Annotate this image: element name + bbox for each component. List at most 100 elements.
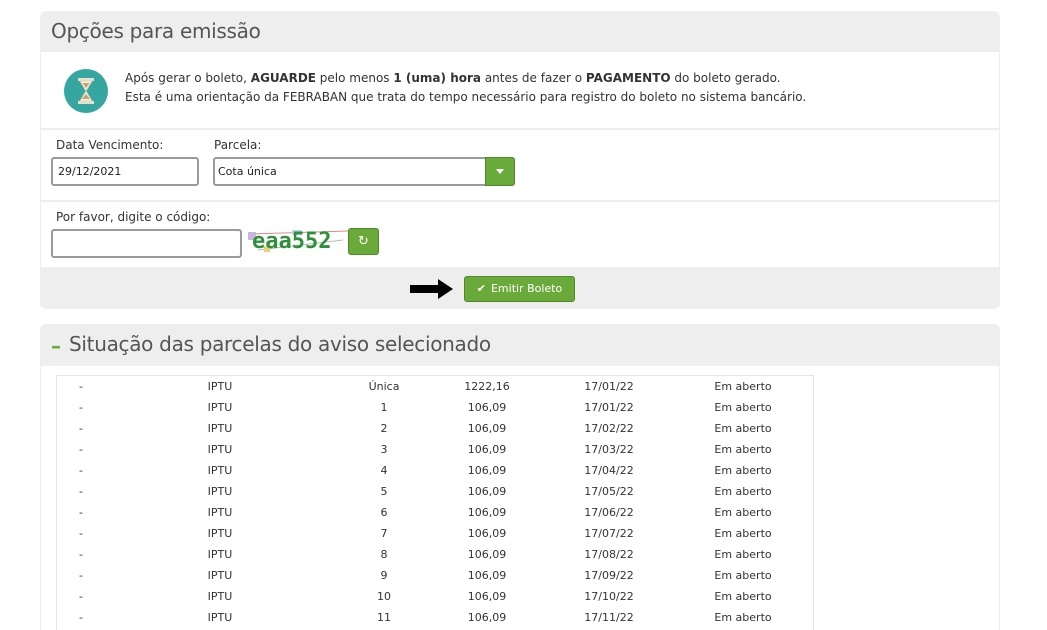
notice-bold-aguarde: AGUARDE xyxy=(250,71,316,85)
installment-select[interactable]: Cota única xyxy=(213,157,515,186)
row-amount: 106,09 xyxy=(467,464,507,477)
row-due-date: 17/01/22 xyxy=(584,380,634,393)
row-due-date: 17/09/22 xyxy=(584,569,634,582)
row-installment: Única xyxy=(368,380,400,393)
refresh-icon: ↻ xyxy=(358,234,369,249)
installment-label: Parcela: xyxy=(214,138,262,152)
row-due-date: 17/01/22 xyxy=(584,401,634,414)
row-amount: 106,09 xyxy=(467,527,507,540)
table-row: - IPTU 11 106,09 17/11/22 Em aberto xyxy=(57,607,815,628)
row-amount: 106,09 xyxy=(467,422,507,435)
row-status: Em aberto xyxy=(714,401,772,414)
arrow-right-icon xyxy=(410,279,453,299)
row-tax-type: IPTU xyxy=(207,443,233,456)
table-row: - IPTU Única 1222,16 17/01/22 Em aberto xyxy=(57,376,815,397)
installment-selected-value: Cota única xyxy=(218,165,277,178)
row-tax-type: IPTU xyxy=(207,485,233,498)
row-due-date: 17/02/22 xyxy=(584,422,634,435)
row-status: Em aberto xyxy=(714,380,772,393)
row-tax-type: IPTU xyxy=(207,506,233,519)
row-due-date: 17/07/22 xyxy=(584,527,634,540)
row-dash: - xyxy=(79,590,83,603)
table-row: - IPTU 1 106,09 17/01/22 Em aberto xyxy=(57,397,815,418)
row-installment: 3 xyxy=(380,443,388,456)
check-icon: ✔ xyxy=(476,282,486,295)
collapse-minus-icon[interactable]: – xyxy=(51,334,61,358)
row-status: Em aberto xyxy=(714,443,772,456)
row-status: Em aberto xyxy=(714,527,772,540)
table-row: - IPTU 8 106,09 17/08/22 Em aberto xyxy=(57,544,815,565)
table-row: - IPTU 2 106,09 17/02/22 Em aberto xyxy=(57,418,815,439)
notice-line-1: Após gerar o boleto, AGUARDE pelo menos … xyxy=(125,69,806,88)
row-dash: - xyxy=(79,611,83,624)
notice-text-part: antes de fazer o xyxy=(481,71,586,85)
notice-bold-pagamento: PAGAMENTO xyxy=(585,71,671,85)
row-installment: 4 xyxy=(380,464,388,477)
row-status: Em aberto xyxy=(714,464,772,477)
captcha-input[interactable] xyxy=(51,229,242,258)
status-panel-header[interactable]: – Situação das parcelas do aviso selecio… xyxy=(40,324,1000,366)
row-tax-type: IPTU xyxy=(207,380,233,393)
date-installment-block: Data Vencimento: 29/12/2021 Parcela: Cot… xyxy=(41,130,999,200)
row-tax-type: IPTU xyxy=(207,422,233,435)
row-due-date: 17/04/22 xyxy=(584,464,634,477)
notice-block: Após gerar o boleto, AGUARDE pelo menos … xyxy=(41,52,999,128)
row-installment: 1 xyxy=(380,401,388,414)
due-date-field[interactable]: 29/12/2021 xyxy=(51,157,199,186)
captcha-refresh-button[interactable]: ↻ xyxy=(348,228,379,255)
row-installment: 10 xyxy=(377,590,391,603)
row-amount: 1222,16 xyxy=(464,380,510,393)
row-status: Em aberto xyxy=(714,569,772,582)
row-tax-type: IPTU xyxy=(207,464,233,477)
hourglass-icon xyxy=(64,69,108,113)
emit-boleto-label: Emitir Boleto xyxy=(490,282,563,295)
row-installment: 7 xyxy=(380,527,388,540)
table-row: - IPTU 7 106,09 17/07/22 Em aberto xyxy=(57,523,815,544)
chevron-down-icon xyxy=(496,169,504,174)
row-installment: 8 xyxy=(380,548,388,561)
row-installment: 6 xyxy=(380,506,388,519)
row-amount: 106,09 xyxy=(467,569,507,582)
captcha-label: Por favor, digite o código: xyxy=(56,210,211,224)
row-due-date: 17/06/22 xyxy=(584,506,634,519)
captcha-image: eaa552 xyxy=(248,228,348,255)
notice-bold-hora: 1 (uma) hora xyxy=(393,71,481,85)
table-row: - IPTU 5 106,09 17/05/22 Em aberto xyxy=(57,481,815,502)
row-dash: - xyxy=(79,464,83,477)
parcel-table: - IPTU Única 1222,16 17/01/22 Em aberto - IPTU 1… xyxy=(56,375,814,630)
row-amount: 106,09 xyxy=(467,443,507,456)
row-status: Em aberto xyxy=(714,422,772,435)
row-due-date: 17/08/22 xyxy=(584,548,634,561)
notice-text-part: pelo menos xyxy=(315,71,394,85)
row-amount: 106,09 xyxy=(467,548,507,561)
row-dash: - xyxy=(79,380,83,393)
table-row: - IPTU 10 106,09 17/10/22 Em aberto xyxy=(57,586,815,607)
row-dash: - xyxy=(79,443,83,456)
table-row: - IPTU 6 106,09 17/06/22 Em aberto xyxy=(57,502,815,523)
row-due-date: 17/11/22 xyxy=(584,611,634,624)
row-amount: 106,09 xyxy=(467,590,507,603)
row-dash: - xyxy=(79,422,83,435)
row-dash: - xyxy=(79,401,83,414)
table-row: - IPTU 4 106,09 17/04/22 Em aberto xyxy=(57,460,815,481)
table-row: - IPTU 9 106,09 17/09/22 Em aberto xyxy=(57,565,815,586)
installment-dropdown-button[interactable] xyxy=(485,157,515,186)
row-amount: 106,09 xyxy=(467,611,507,624)
options-panel-title: Opções para emissão xyxy=(51,19,261,43)
row-tax-type: IPTU xyxy=(207,401,233,414)
row-tax-type: IPTU xyxy=(207,548,233,561)
captcha-block: Por favor, digite o código: eaa552 ↻ xyxy=(41,202,999,267)
notice-text-part: Após gerar o boleto, xyxy=(125,71,251,85)
captcha-code-text: eaa552 xyxy=(252,229,332,254)
row-tax-type: IPTU xyxy=(207,611,233,624)
emit-boleto-button[interactable]: ✔ Emitir Boleto xyxy=(464,276,575,302)
status-panel-body: - IPTU Única 1222,16 17/01/22 Em aberto - IPTU 1… xyxy=(41,366,999,630)
row-due-date: 17/03/22 xyxy=(584,443,634,456)
options-panel: Opções para emissão Após gerar o boleto,… xyxy=(40,11,1000,309)
row-status: Em aberto xyxy=(714,590,772,603)
row-tax-type: IPTU xyxy=(207,569,233,582)
row-installment: 2 xyxy=(380,422,388,435)
row-due-date: 17/05/22 xyxy=(584,485,634,498)
row-status: Em aberto xyxy=(714,611,772,624)
row-amount: 106,09 xyxy=(467,506,507,519)
